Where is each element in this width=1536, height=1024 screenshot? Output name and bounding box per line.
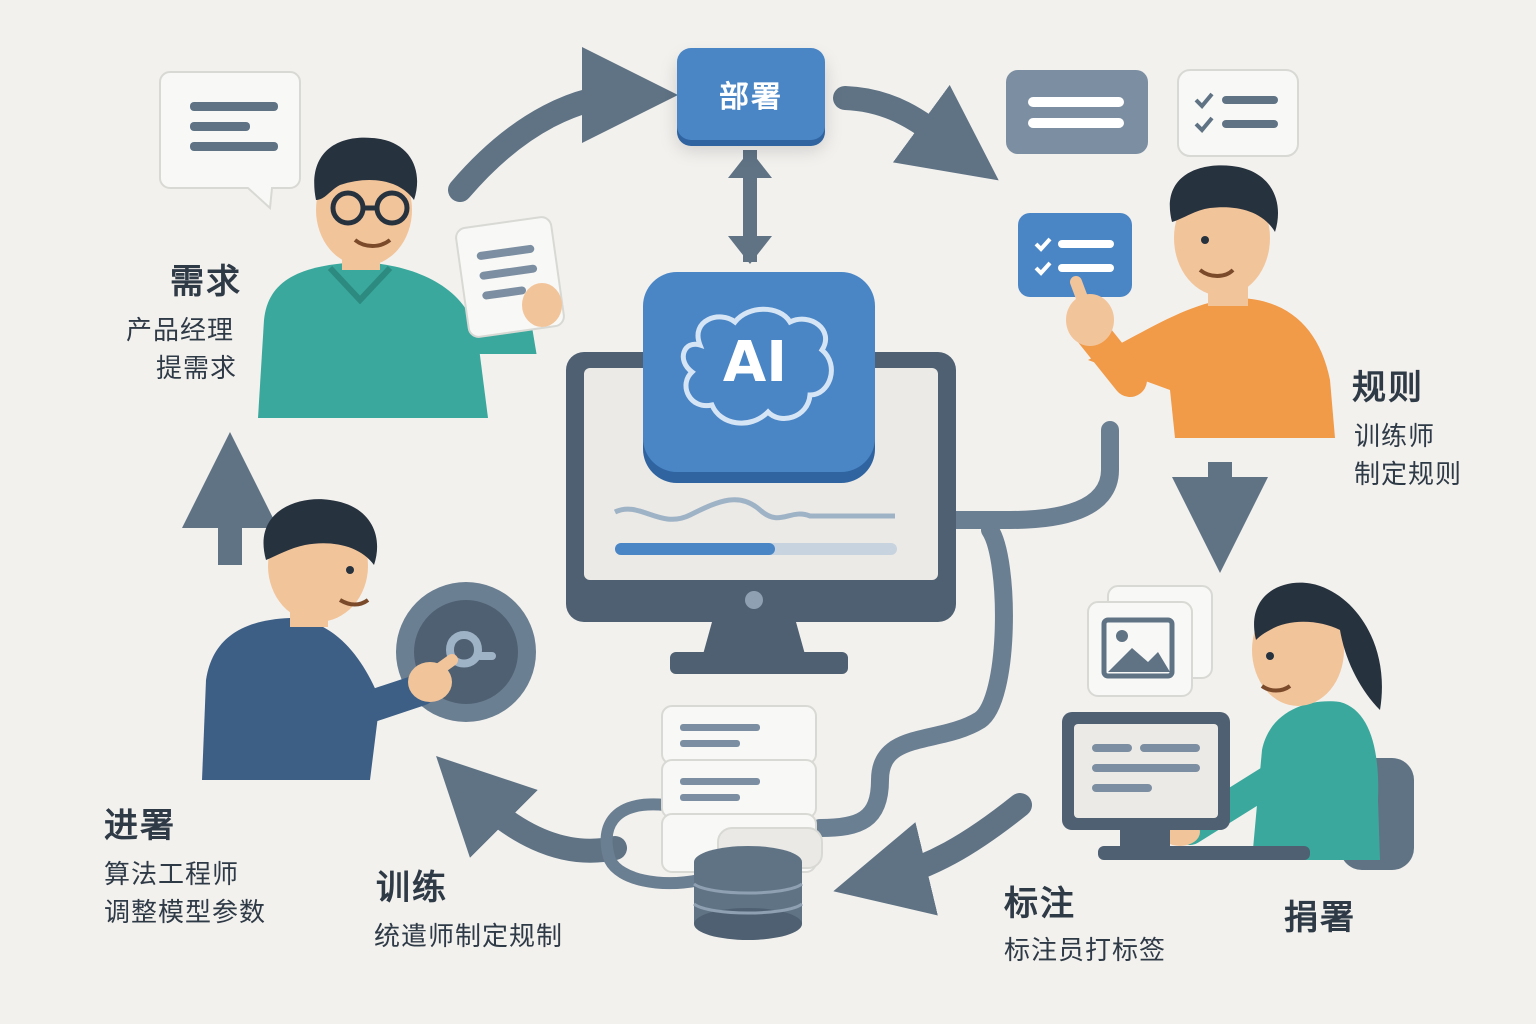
person-trainer bbox=[1066, 165, 1335, 438]
annotation-desc: 标注员打标签 bbox=[1004, 936, 1167, 966]
tuning-title: 进署 bbox=[104, 806, 176, 846]
deploy-label: 部署 bbox=[719, 80, 783, 115]
list-card-gray bbox=[1006, 70, 1148, 154]
progress-fill bbox=[615, 543, 775, 555]
server-block-1 bbox=[661, 705, 817, 765]
rules-desc-line2: 制定规则 bbox=[1354, 460, 1463, 490]
checklist-card-white bbox=[1177, 69, 1299, 157]
arrow-head-up bbox=[728, 150, 772, 178]
rules-title: 规则 bbox=[1352, 368, 1424, 408]
training-desc: 统遣师制定规制 bbox=[374, 922, 564, 952]
arrow-deploy-to-rules bbox=[833, 84, 999, 181]
annotation-title: 标注 bbox=[1004, 884, 1076, 924]
requirement-desc-line1: 产品经理 bbox=[126, 316, 235, 346]
annotation-extra-title: 捐署 bbox=[1284, 898, 1356, 938]
arrow-requirement-to-deploy bbox=[448, 47, 678, 202]
speech-bubble-icon bbox=[159, 71, 301, 211]
arrow-annotation-to-training bbox=[833, 793, 1032, 916]
deploy-node: 部署 bbox=[677, 48, 825, 140]
arrow-training-to-tuning bbox=[436, 756, 627, 863]
tuning-desc-line2: 调整模型参数 bbox=[104, 898, 267, 928]
arrow-head-down bbox=[728, 236, 772, 264]
tuning-desc-line1: 算法工程师 bbox=[104, 860, 240, 890]
person-engineer bbox=[202, 499, 536, 780]
server-block-2 bbox=[661, 759, 817, 819]
ai-label: AI bbox=[722, 330, 788, 395]
training-title: 训练 bbox=[376, 868, 448, 908]
database-stack bbox=[661, 705, 823, 940]
cable-monitor-right bbox=[941, 421, 1119, 529]
rules-desc-line1: 训练师 bbox=[1354, 422, 1436, 452]
requirement-desc-line2: 提需求 bbox=[156, 354, 238, 384]
person-annotator bbox=[1062, 582, 1414, 870]
laptop-base bbox=[1098, 846, 1310, 860]
requirement-title: 需求 bbox=[170, 262, 242, 302]
